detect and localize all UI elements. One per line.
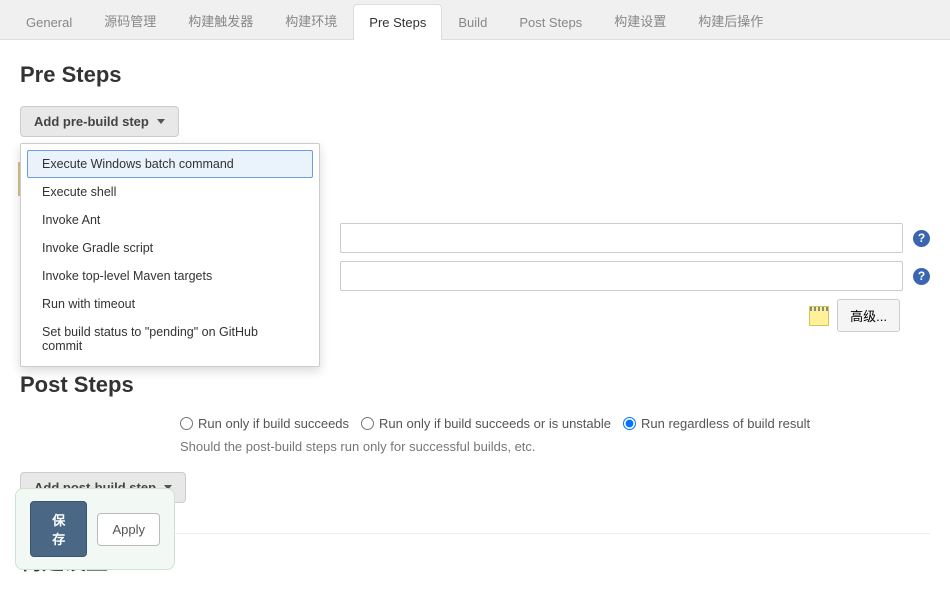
add-pre-build-step-button[interactable]: Add pre-build step: [20, 106, 179, 137]
tab-scm[interactable]: 源码管理: [88, 0, 172, 40]
caret-down-icon: [157, 119, 165, 124]
tab-post-steps[interactable]: Post Steps: [503, 4, 598, 40]
pre-steps-title: Pre Steps: [20, 62, 930, 88]
tab-general[interactable]: General: [10, 4, 88, 40]
post-steps-description: Should the post-build steps run only for…: [180, 439, 930, 454]
radio-input-regardless[interactable]: [623, 417, 636, 430]
build-field-1[interactable]: [340, 223, 903, 253]
tab-post-build[interactable]: 构建后操作: [682, 0, 779, 40]
dropdown-item-invoke-ant[interactable]: Invoke Ant: [27, 206, 313, 234]
tab-pre-steps[interactable]: Pre Steps: [353, 4, 442, 40]
dropdown-item-run-timeout[interactable]: Run with timeout: [27, 290, 313, 318]
radio-run-regardless[interactable]: Run regardless of build result: [623, 416, 810, 431]
radio-input-unstable[interactable]: [361, 417, 374, 430]
radio-run-if-succeeds-unstable[interactable]: Run only if build succeeds or is unstabl…: [361, 416, 611, 431]
dropdown-item-github-pending[interactable]: Set build status to "pending" on GitHub …: [27, 318, 313, 360]
footer-actions: 保存 Apply: [15, 488, 175, 570]
dropdown-item-invoke-maven[interactable]: Invoke top-level Maven targets: [27, 262, 313, 290]
apply-button[interactable]: Apply: [97, 513, 160, 546]
tab-build-settings[interactable]: 构建设置: [598, 0, 682, 40]
dropdown-item-exec-windows-batch[interactable]: Execute Windows batch command: [27, 150, 313, 178]
post-steps-radio-group: Run only if build succeeds Run only if b…: [180, 416, 930, 431]
dropdown-item-invoke-gradle[interactable]: Invoke Gradle script: [27, 234, 313, 262]
help-icon[interactable]: ?: [913, 268, 930, 285]
build-field-2[interactable]: [340, 261, 903, 291]
config-tabs: General 源码管理 构建触发器 构建环境 Pre Steps Build …: [0, 0, 950, 40]
help-icon[interactable]: ?: [913, 230, 930, 247]
radio-run-if-succeeds[interactable]: Run only if build succeeds: [180, 416, 349, 431]
tab-env[interactable]: 构建环境: [269, 0, 353, 40]
save-button[interactable]: 保存: [30, 501, 87, 557]
tab-triggers[interactable]: 构建触发器: [172, 0, 269, 40]
add-pre-build-step-label: Add pre-build step: [34, 114, 149, 129]
notepad-icon: [809, 306, 829, 326]
advanced-button[interactable]: 高级...: [837, 299, 900, 332]
radio-input-succeeds[interactable]: [180, 417, 193, 430]
dropdown-item-exec-shell[interactable]: Execute shell: [27, 178, 313, 206]
tab-build[interactable]: Build: [442, 4, 503, 40]
post-steps-title: Post Steps: [20, 372, 930, 398]
pre-build-step-dropdown: Execute Windows batch command Execute sh…: [20, 143, 320, 367]
